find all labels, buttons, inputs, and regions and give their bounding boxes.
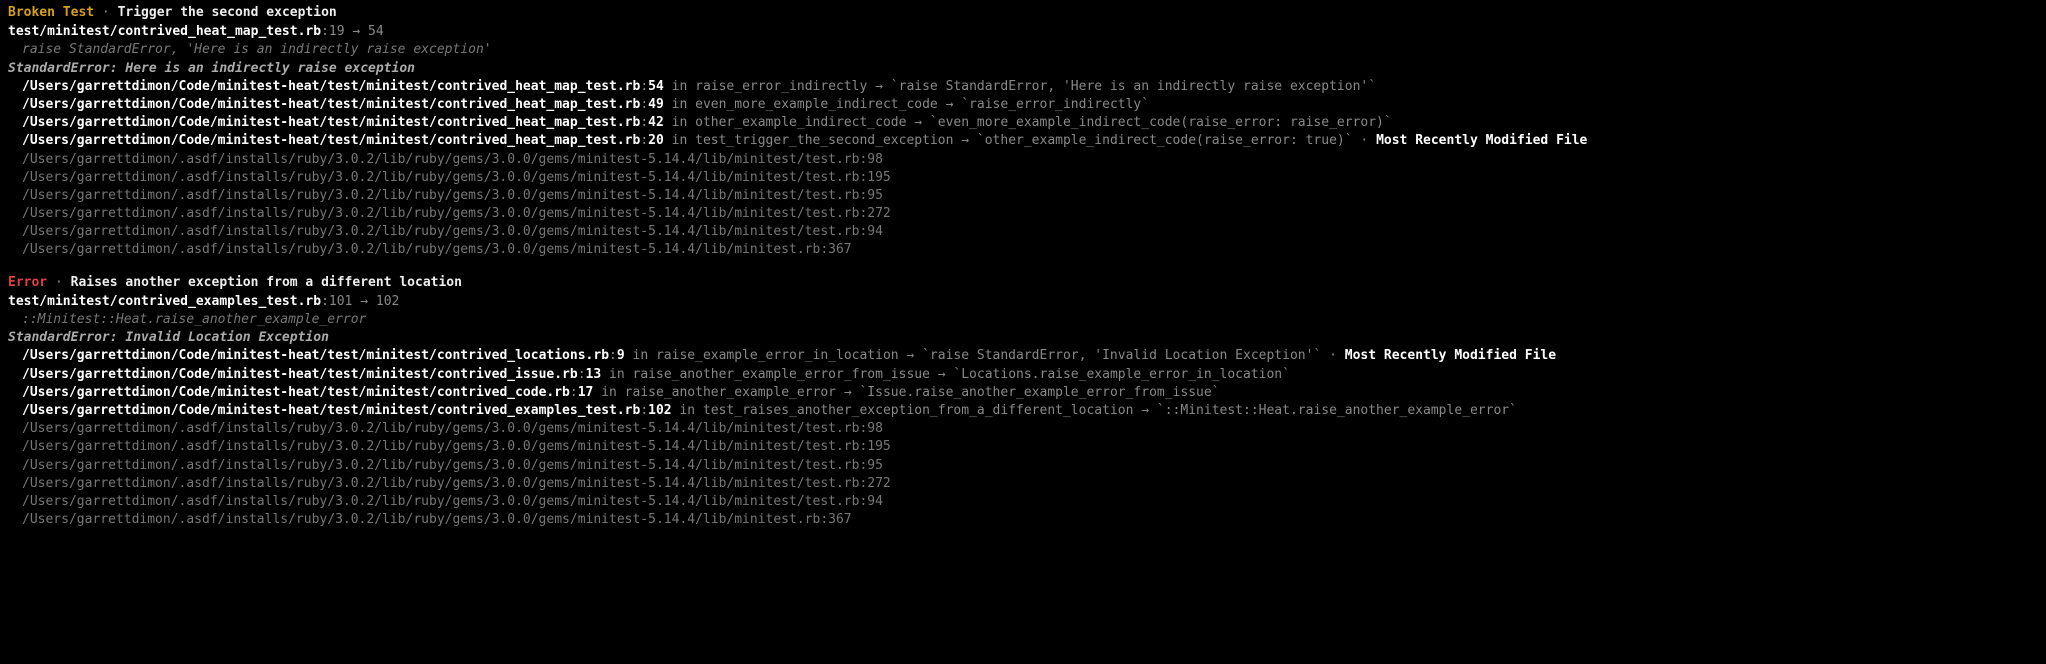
line-to: 54 [368,24,384,39]
trace-context: in raise_another_example_error → [593,385,859,400]
trace-path-prefix: /Users/garrettdimon/Code/minitest-heat/t… [22,348,437,363]
colon: : [640,97,648,112]
trace-line-dim: /Users/garrettdimon/.asdf/installs/ruby/… [8,475,2038,493]
trace-file: contrived_heat_map_test.rb [437,79,641,94]
trace-context: in raise_another_example_error_from_issu… [601,367,953,382]
error-message: StandardError: Here is an indirectly rai… [8,60,2038,78]
trace-line-dim: /Users/garrettdimon/.asdf/installs/ruby/… [8,420,2038,438]
failure-title-line: Broken Test · Trigger the second excepti… [8,4,2038,22]
trace-context: in even_more_example_indirect_code → [664,97,961,112]
trace-file: contrived_locations.rb [437,348,609,363]
trace-line: /Users/garrettdimon/Code/minitest-heat/t… [8,347,2038,365]
trace-line-dim: /Users/garrettdimon/.asdf/installs/ruby/… [8,438,2038,456]
separator-dot: · [1353,133,1376,148]
trace-code: `Issue.raise_another_example_error_from_… [859,385,1219,400]
trace-file: contrived_code.rb [437,385,570,400]
trace-path-prefix: /Users/garrettdimon/Code/minitest-heat/t… [22,385,437,400]
trace-code: `raise_error_indirectly` [961,97,1149,112]
file-path: test/minitest/contrived_examples_test.rb [8,294,321,309]
colon: : [321,294,329,309]
trace-context: in raise_error_indirectly → [664,79,891,94]
failure-block: Error · Raises another exception from a … [8,274,2038,530]
trace-line-number: 42 [648,115,664,130]
trace-line-dim: /Users/garrettdimon/.asdf/installs/ruby/… [8,457,2038,475]
trace-line-number: 20 [648,133,664,148]
failure-label: Error [8,275,47,290]
trace-file: contrived_issue.rb [437,367,578,382]
trace-file: contrived_heat_map_test.rb [437,97,641,112]
trace-file: contrived_heat_map_test.rb [437,115,641,130]
trace-line-dim: /Users/garrettdimon/.asdf/installs/ruby/… [8,187,2038,205]
trace-context: in raise_example_error_in_location → [625,348,922,363]
line-to: 102 [376,294,399,309]
trace-code: `Locations.raise_example_error_in_locati… [953,367,1290,382]
trace-line-number: 9 [617,348,625,363]
trace-context: in other_example_indirect_code → [664,115,930,130]
trace-line: /Users/garrettdimon/Code/minitest-heat/t… [8,96,2038,114]
trace-code: `even_more_example_indirect_code(raise_e… [930,115,1392,130]
file-path: test/minitest/contrived_heat_map_test.rb [8,24,321,39]
terminal-output: Broken Test · Trigger the second excepti… [8,4,2038,529]
trace-context: in test_trigger_the_second_exception → [664,133,977,148]
most-recently-modified-label: Most Recently Modified File [1345,348,1556,363]
colon: : [640,403,648,418]
trace-line-dim: /Users/garrettdimon/.asdf/installs/ruby/… [8,493,2038,511]
trace-line: /Users/garrettdimon/Code/minitest-heat/t… [8,402,2038,420]
trace-file: contrived_examples_test.rb [437,403,641,418]
colon: : [640,79,648,94]
error-message: StandardError: Invalid Location Exceptio… [8,329,2038,347]
trace-context: in test_raises_another_exception_from_a_… [672,403,1157,418]
failure-block: Broken Test · Trigger the second excepti… [8,4,2038,260]
most-recently-modified-label: Most Recently Modified File [1376,133,1587,148]
failure-title-line: Error · Raises another exception from a … [8,274,2038,292]
trace-line-dim: /Users/garrettdimon/.asdf/installs/ruby/… [8,223,2038,241]
trace-line: /Users/garrettdimon/Code/minitest-heat/t… [8,366,2038,384]
trace-line-number: 49 [648,97,664,112]
colon: : [578,367,586,382]
trace-line-dim: /Users/garrettdimon/.asdf/installs/ruby/… [8,151,2038,169]
trace-line-dim: /Users/garrettdimon/.asdf/installs/ruby/… [8,169,2038,187]
trace-line: /Users/garrettdimon/Code/minitest-heat/t… [8,78,2038,96]
trace-file: contrived_heat_map_test.rb [437,133,641,148]
source-snippet: raise StandardError, 'Here is an indirec… [8,41,2038,59]
colon: : [640,133,648,148]
trace-path-prefix: /Users/garrettdimon/Code/minitest-heat/t… [22,367,437,382]
trace-path-prefix: /Users/garrettdimon/Code/minitest-heat/t… [22,115,437,130]
colon: : [570,385,578,400]
colon: : [640,115,648,130]
trace-line: /Users/garrettdimon/Code/minitest-heat/t… [8,114,2038,132]
line-from: 19 [329,24,345,39]
trace-code: `raise StandardError, 'Here is an indire… [891,79,1376,94]
separator-dot: · [55,275,63,290]
colon: : [609,348,617,363]
separator-dot: · [1321,348,1344,363]
failure-title: Trigger the second exception [118,5,337,20]
source-snippet: ::Minitest::Heat.raise_another_example_e… [8,311,2038,329]
trace-line-number: 13 [586,367,602,382]
trace-path-prefix: /Users/garrettdimon/Code/minitest-heat/t… [22,79,437,94]
trace-line: /Users/garrettdimon/Code/minitest-heat/t… [8,384,2038,402]
trace-line-number: 102 [648,403,671,418]
trace-line-dim: /Users/garrettdimon/.asdf/installs/ruby/… [8,241,2038,259]
trace-code: `other_example_indirect_code(raise_error… [977,133,1353,148]
failure-location: test/minitest/contrived_heat_map_test.rb… [8,23,2038,41]
colon: : [321,24,329,39]
trace-line-number: 54 [648,79,664,94]
line-from: 101 [329,294,352,309]
arrow-icon: → [352,24,360,39]
trace-code: `raise StandardError, 'Invalid Location … [922,348,1321,363]
trace-path-prefix: /Users/garrettdimon/Code/minitest-heat/t… [22,97,437,112]
trace-line-number: 17 [578,385,594,400]
trace-line: /Users/garrettdimon/Code/minitest-heat/t… [8,132,2038,150]
trace-path-prefix: /Users/garrettdimon/Code/minitest-heat/t… [22,133,437,148]
trace-code: `::Minitest::Heat.raise_another_example_… [1157,403,1517,418]
separator-dot: · [102,5,110,20]
failure-title: Raises another exception from a differen… [71,275,462,290]
trace-path-prefix: /Users/garrettdimon/Code/minitest-heat/t… [22,403,437,418]
arrow-icon: → [360,294,368,309]
trace-line-dim: /Users/garrettdimon/.asdf/installs/ruby/… [8,511,2038,529]
failure-location: test/minitest/contrived_examples_test.rb… [8,293,2038,311]
trace-line-dim: /Users/garrettdimon/.asdf/installs/ruby/… [8,205,2038,223]
failure-label: Broken Test [8,5,94,20]
